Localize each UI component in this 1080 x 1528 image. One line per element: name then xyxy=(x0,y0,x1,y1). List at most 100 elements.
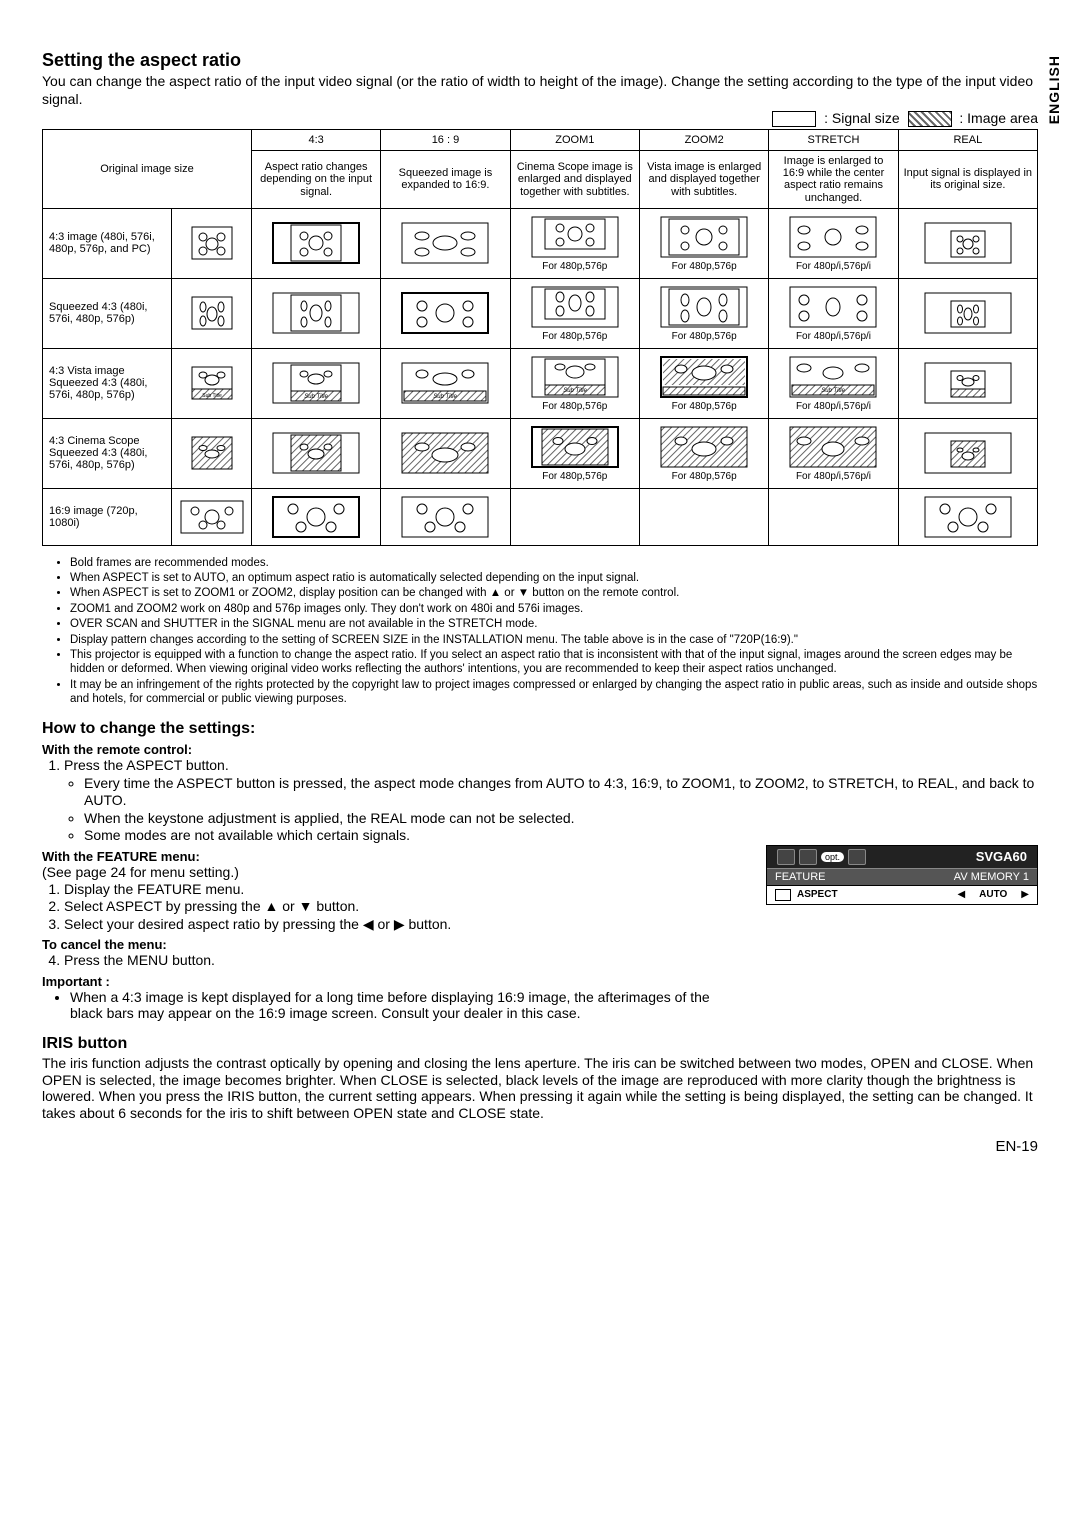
cancel-header: To cancel the menu: xyxy=(42,937,742,952)
row3-c4-cap: For 480p/i,576p/i xyxy=(775,471,891,482)
row2-c1: Sub Title xyxy=(381,348,510,418)
row-label-2: 4:3 Vista image Squeezed 4:3 (480i, 576i… xyxy=(43,348,172,418)
row1-c1 xyxy=(381,278,510,348)
row0-c3-cap: For 480p,576p xyxy=(646,261,762,272)
svg-text:Sub Title: Sub Title xyxy=(304,394,328,400)
hdr-col-2: ZOOM1 xyxy=(510,130,639,151)
desc-col-1: Squeezed image is expanded to 16:9. xyxy=(381,151,510,208)
row3-orig xyxy=(172,418,252,488)
cancel-step-4: Press the MENU button. xyxy=(64,952,742,970)
row2-c3-cap: For 480p,576p xyxy=(646,401,762,412)
hdr-original: Original image size xyxy=(43,130,252,208)
row-label-1: Squeezed 4:3 (480i, 576i, 480p, 576p) xyxy=(43,278,172,348)
row1-c4-cap: For 480p/i,576p/i xyxy=(775,331,891,342)
row0-c1 xyxy=(381,208,510,278)
section-heading-iris: IRIS button xyxy=(42,1035,1038,1053)
feature-step-1: Display the FEATURE menu. xyxy=(64,881,742,899)
row2-c0: Sub Title xyxy=(251,348,380,418)
row0-c0 xyxy=(251,208,380,278)
legend-swatch-signal xyxy=(772,111,816,127)
row3-c2: For 480p,576p xyxy=(510,418,639,488)
right-arrow-icon: ▶ xyxy=(1021,889,1029,900)
remote-sub-0: Every time the ASPECT button is pressed,… xyxy=(84,775,1038,810)
desc-col-0: Aspect ratio changes depending on the in… xyxy=(251,151,380,208)
feature-steps: Display the FEATURE menu. Select ASPECT … xyxy=(42,881,742,934)
row-label-4: 16:9 image (720p, 1080i) xyxy=(43,488,172,545)
aspect-icon xyxy=(775,889,791,901)
feature-note: (See page 24 for menu setting.) xyxy=(42,864,742,881)
row4-orig xyxy=(172,488,252,545)
svg-text:Sub Title: Sub Title xyxy=(822,388,846,394)
note-6: This projector is equipped with a functi… xyxy=(70,648,1038,677)
menu-signal: SVGA60 xyxy=(976,849,1027,864)
row2-c5 xyxy=(898,348,1037,418)
important-bullet: When a 4:3 image is kept displayed for a… xyxy=(70,989,742,1021)
remote-step-1-text: Press the ASPECT button. xyxy=(64,757,229,773)
row2-c4: Sub Title For 480p/i,576p/i xyxy=(769,348,898,418)
hdr-col-3: ZOOM2 xyxy=(639,130,768,151)
row3-c3: For 480p,576p xyxy=(639,418,768,488)
desc-col-2: Cinema Scope image is enlarged and displ… xyxy=(510,151,639,208)
page-number: EN-19 xyxy=(42,1138,1038,1155)
row1-orig xyxy=(172,278,252,348)
row3-c0 xyxy=(251,418,380,488)
notes-list: Bold frames are recommended modes. When … xyxy=(42,556,1038,707)
legend-row: : Signal size : Image area xyxy=(42,110,1038,127)
desc-col-5: Input signal is displayed in its origina… xyxy=(898,151,1037,208)
aspect-intro: You can change the aspect ratio of the i… xyxy=(42,73,1038,108)
hdr-col-1: 16 : 9 xyxy=(381,130,510,151)
feature-step-3: Select your desired aspect ratio by pres… xyxy=(64,916,742,934)
row2-c2: Sub Title For 480p,576p xyxy=(510,348,639,418)
row0-c2-cap: For 480p,576p xyxy=(517,261,633,272)
note-2: When ASPECT is set to ZOOM1 or ZOOM2, di… xyxy=(70,586,1038,600)
remote-steps: Press the ASPECT button. Every time the … xyxy=(42,757,1038,845)
menu-icon-3 xyxy=(848,849,866,865)
feature-menu-panel: opt. SVGA60 FEATURE AV MEMORY 1 ASPECT ◀… xyxy=(766,845,1038,905)
legend-label-signal: : Signal size xyxy=(824,110,899,126)
row3-c2-cap: For 480p,576p xyxy=(517,471,633,482)
legend-swatch-area xyxy=(908,111,952,127)
legend-label-area: : Image area xyxy=(959,110,1038,126)
row1-c0 xyxy=(251,278,380,348)
row3-c3-cap: For 480p,576p xyxy=(646,471,762,482)
row3-c4: For 480p/i,576p/i xyxy=(769,418,898,488)
subtitle-text: Sub Title xyxy=(202,393,222,399)
note-3: ZOOM1 and ZOOM2 work on 480p and 576p im… xyxy=(70,602,1038,616)
row4-c5 xyxy=(898,488,1037,545)
section-heading-change: How to change the settings: xyxy=(42,720,1038,738)
hdr-col-4: STRETCH xyxy=(769,130,898,151)
iris-paragraph: The iris function adjusts the contrast o… xyxy=(42,1055,1038,1122)
menu-aspect-label: ASPECT xyxy=(797,889,838,900)
hdr-col-5: REAL xyxy=(898,130,1037,151)
hdr-col-0: 4:3 xyxy=(251,130,380,151)
row2-c3: For 480p,576p xyxy=(639,348,768,418)
row4-c3 xyxy=(639,488,768,545)
menu-auto-label: AUTO xyxy=(979,889,1007,900)
row1-c4: For 480p/i,576p/i xyxy=(769,278,898,348)
remote-header: With the remote control: xyxy=(42,742,1038,757)
row2-c2-cap: For 480p,576p xyxy=(517,401,633,412)
remote-step-1: Press the ASPECT button. Every time the … xyxy=(64,757,1038,845)
note-5: Display pattern changes according to the… xyxy=(70,633,1038,647)
menu-avmem-label: AV MEMORY 1 xyxy=(954,871,1029,883)
row0-c4: For 480p/i,576p/i xyxy=(769,208,898,278)
row4-c1 xyxy=(381,488,510,545)
row0-orig xyxy=(172,208,252,278)
row4-c4 xyxy=(769,488,898,545)
svg-text:Sub Title: Sub Title xyxy=(434,394,458,400)
remote-sub-2: Some modes are not available which certa… xyxy=(84,827,1038,845)
desc-col-3: Vista image is enlarged and displayed to… xyxy=(639,151,768,208)
cancel-steps: Press the MENU button. xyxy=(42,952,742,970)
row1-c2: For 480p,576p xyxy=(510,278,639,348)
row0-c4-cap: For 480p/i,576p/i xyxy=(775,261,891,272)
row0-c2: For 480p,576p xyxy=(510,208,639,278)
row4-c2 xyxy=(510,488,639,545)
row1-c3: For 480p,576p xyxy=(639,278,768,348)
aspect-table: Original image size 4:3 16 : 9 ZOOM1 ZOO… xyxy=(42,129,1038,545)
language-tab: ENGLISH xyxy=(1046,55,1062,124)
note-1: When ASPECT is set to AUTO, an optimum a… xyxy=(70,571,1038,585)
row0-c3: For 480p,576p xyxy=(639,208,768,278)
row1-c5 xyxy=(898,278,1037,348)
menu-icon-1 xyxy=(777,849,795,865)
row-label-0: 4:3 image (480i, 576i, 480p, 576p, and P… xyxy=(43,208,172,278)
